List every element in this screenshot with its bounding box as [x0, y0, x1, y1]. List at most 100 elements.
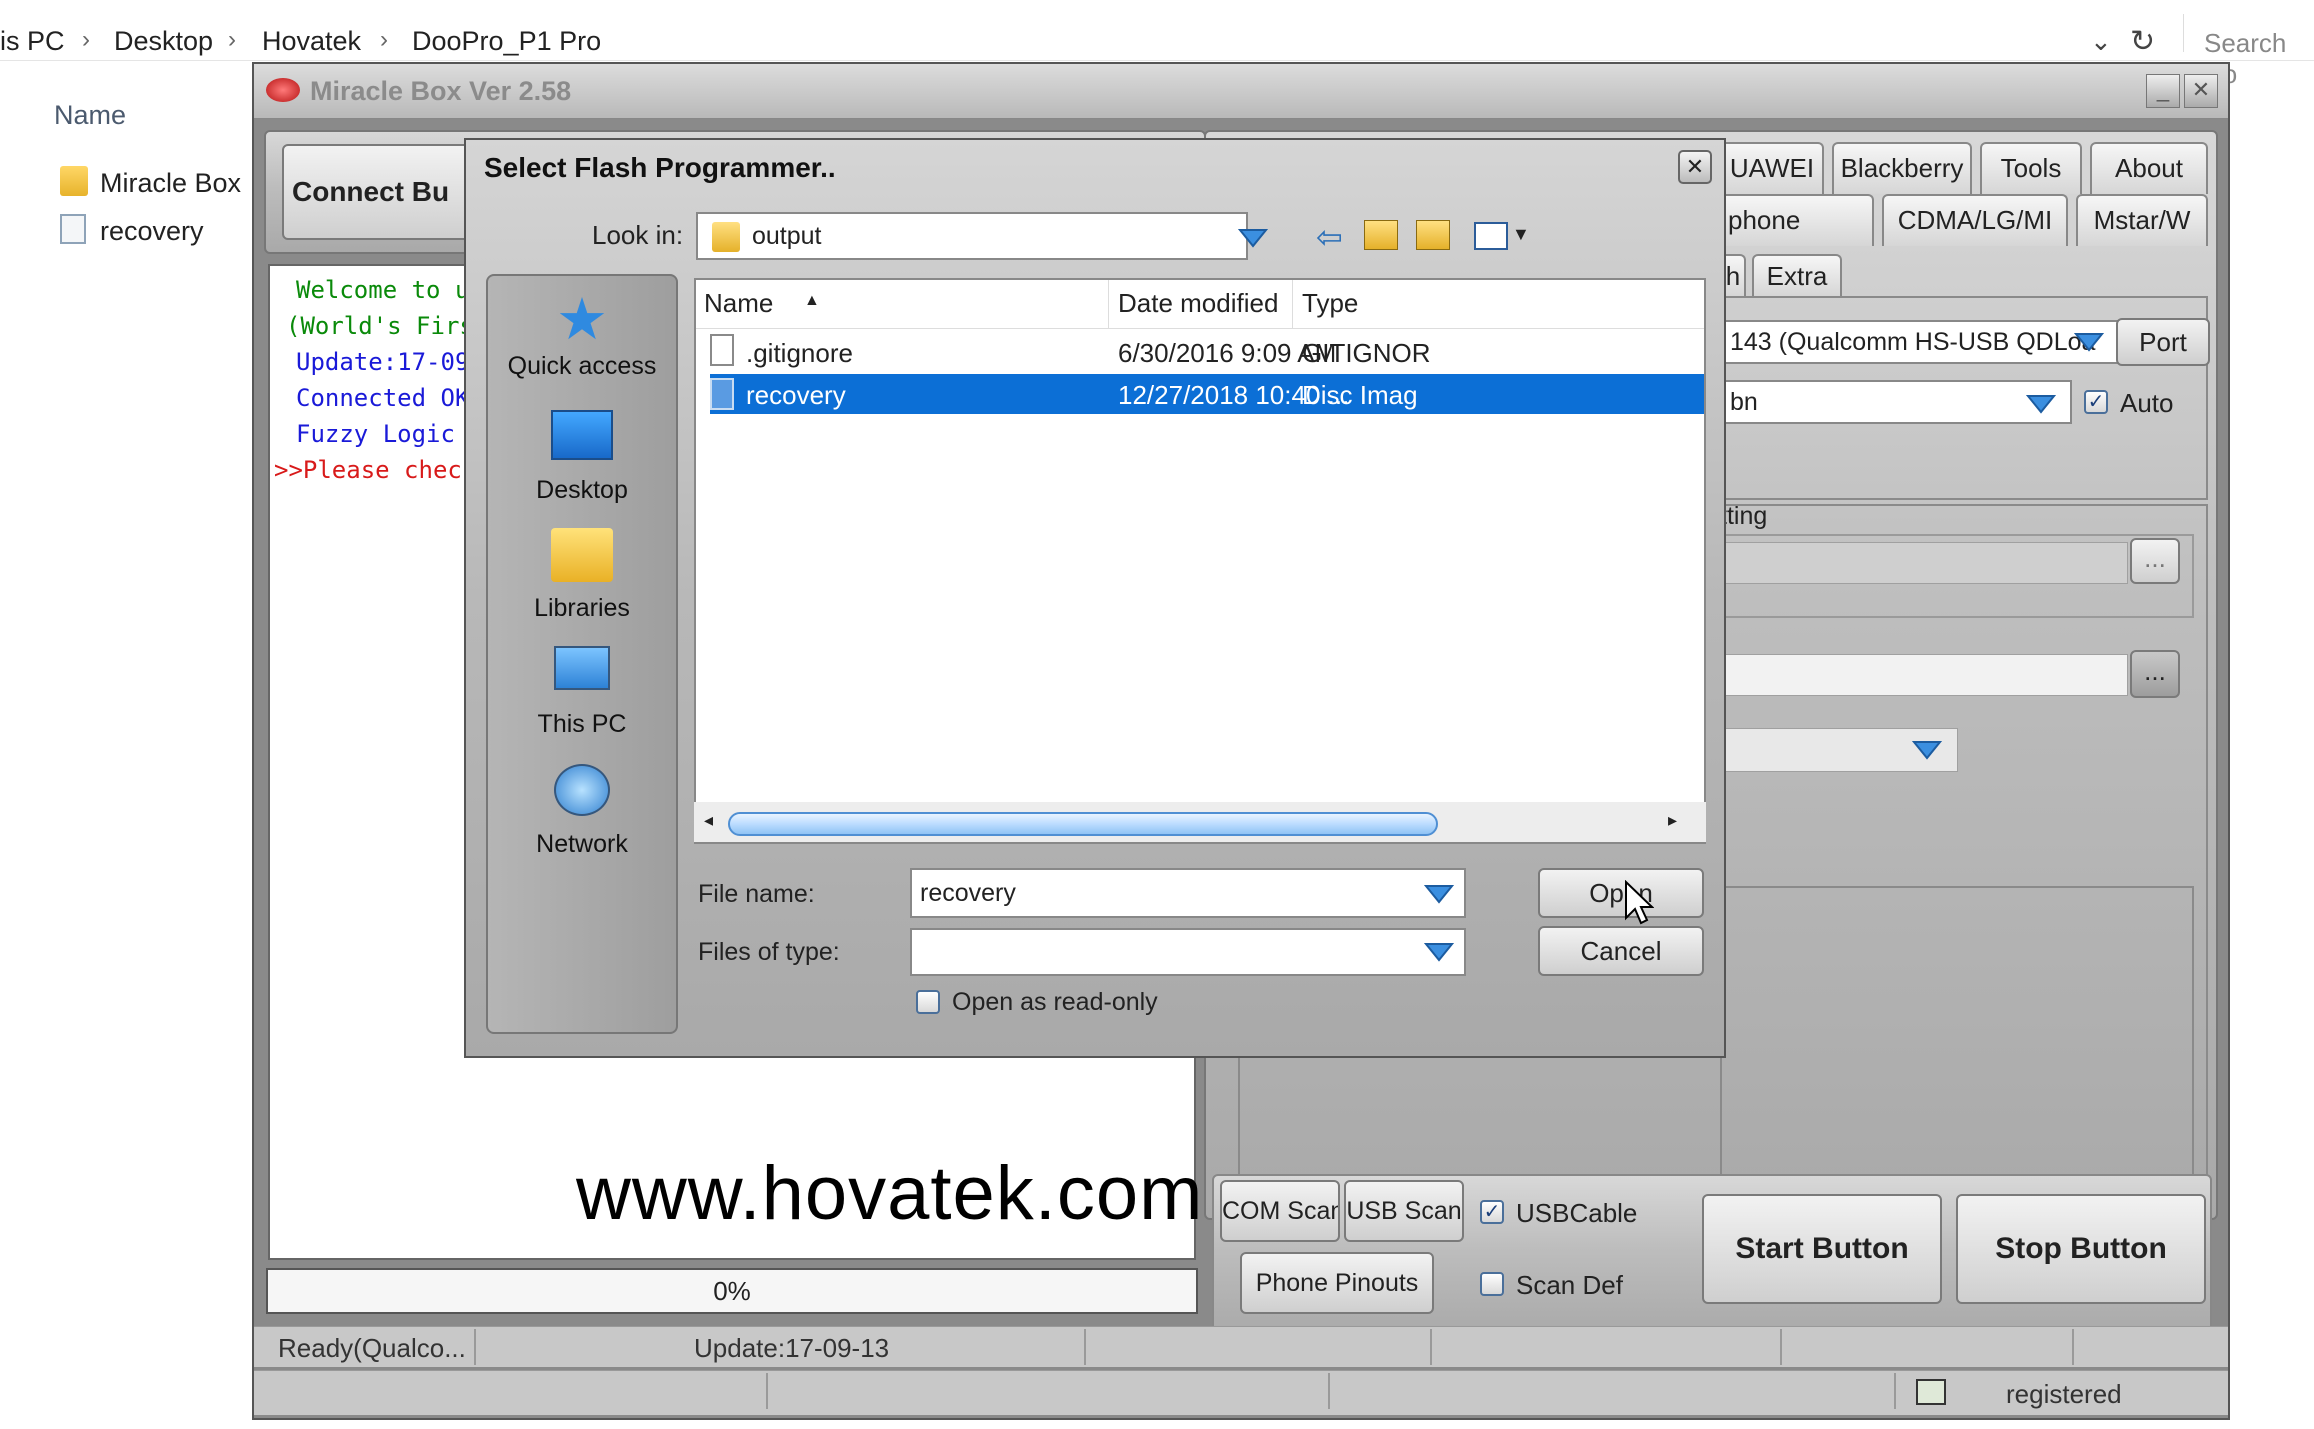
phone-pinouts-button[interactable]: Phone Pinouts	[1240, 1252, 1434, 1314]
look-in-select[interactable]: output	[696, 212, 1248, 260]
tab-tools[interactable]: Tools	[1980, 142, 2082, 194]
mode-select-value: bn	[1730, 388, 1758, 416]
up-folder-icon[interactable]	[1364, 220, 1398, 250]
start-button[interactable]: Start Button	[1702, 1194, 1942, 1304]
status-bar-secondary: registered	[254, 1370, 2228, 1415]
files-of-type-select[interactable]	[910, 928, 1466, 976]
file-icon	[710, 334, 734, 366]
breadcrumb-desktop[interactable]: Desktop	[114, 26, 213, 57]
com-scan-button[interactable]: COM Scan	[1220, 1180, 1340, 1242]
scan-def-checkbox[interactable]	[1480, 1272, 1504, 1296]
auto-checkbox[interactable]: ✓	[2084, 390, 2108, 414]
port-button[interactable]: Port	[2116, 318, 2210, 366]
address-bar: is PC › Desktop › Hovatek › DooPro_P1 Pr…	[0, 0, 2314, 61]
close-icon[interactable]: ✕	[2184, 74, 2218, 108]
dropdown-arrow-icon[interactable]	[2074, 330, 2104, 354]
setting-field-2[interactable]	[1720, 654, 2128, 696]
stop-button[interactable]: Stop Button	[1956, 1194, 2206, 1304]
scroll-left-icon[interactable]: ◂	[704, 810, 713, 831]
keyboard-icon	[1916, 1379, 1946, 1405]
status-update: Update:17-09-13	[694, 1333, 890, 1363]
open-button[interactable]: Open	[1538, 868, 1704, 918]
scan-def-label: Scan Def	[1516, 1270, 1623, 1300]
breadcrumb-this-pc[interactable]: is PC	[0, 26, 65, 57]
log-line: Connected OK	[296, 384, 470, 412]
mode-select[interactable]: bn	[1720, 380, 2072, 424]
dropdown-arrow-icon[interactable]	[2026, 392, 2056, 416]
browse-button[interactable]: ...	[2130, 538, 2180, 584]
place-desktop[interactable]: Desktop	[488, 410, 676, 505]
list-item[interactable]: recovery	[60, 214, 250, 254]
log-line: (World's Firs	[286, 312, 474, 340]
tab-cdma-lg-mi[interactable]: CDMA/LG/MI	[1882, 194, 2068, 246]
place-label: Desktop	[536, 476, 628, 504]
dropdown-arrow-icon[interactable]	[1238, 226, 1268, 250]
status-divider	[766, 1373, 768, 1409]
usb-scan-button[interactable]: USB Scan	[1344, 1180, 1464, 1242]
connect-button[interactable]: Connect Bu	[282, 144, 482, 240]
read-only-label: Open as read-only	[952, 988, 1158, 1016]
network-icon	[554, 764, 610, 816]
libraries-icon	[551, 528, 613, 582]
browse-button[interactable]: ...	[2130, 650, 2180, 698]
file-name-label: File name:	[698, 880, 815, 908]
status-bar: Ready(Qualco... Update:17-09-13	[254, 1326, 2228, 1367]
mouse-cursor-icon	[1625, 880, 1654, 925]
tab-about[interactable]: About	[2090, 142, 2208, 194]
place-network[interactable]: Network	[488, 764, 676, 859]
dropdown-arrow-icon[interactable]	[1424, 940, 1454, 964]
list-item-label: Miracle Box	[100, 168, 242, 198]
column-header-name[interactable]: Name	[704, 288, 773, 319]
tab-huawei[interactable]: UAWEI	[1720, 142, 1824, 194]
chevron-down-icon[interactable]: ▼	[1512, 224, 1530, 245]
list-item[interactable]: Miracle Box	[60, 166, 250, 206]
status-registered: registered	[2006, 1379, 2122, 1409]
look-in-label: Look in:	[592, 220, 684, 250]
place-this-pc[interactable]: This PC	[488, 646, 676, 739]
file-row-selected[interactable]: recovery 12/27/2018 10:40 ... Disc Imag	[710, 374, 1704, 414]
file-name-input[interactable]: recovery	[910, 868, 1466, 918]
minimize-icon[interactable]: _	[2146, 74, 2180, 108]
cancel-button[interactable]: Cancel	[1538, 926, 1704, 976]
log-line: Fuzzy Logic I	[296, 420, 484, 448]
place-libraries[interactable]: Libraries	[488, 528, 676, 623]
status-divider	[1328, 1373, 1330, 1409]
tab-mstar[interactable]: Mstar/W	[2076, 194, 2208, 246]
usbcable-checkbox[interactable]: ✓	[1480, 1200, 1504, 1224]
place-quick-access[interactable]: ★ Quick access	[488, 288, 676, 381]
column-header-name[interactable]: Name	[54, 100, 126, 131]
tab-extra[interactable]: Extra	[1752, 254, 1842, 296]
horizontal-scrollbar[interactable]: ◂ ▸	[694, 802, 1706, 842]
chevron-down-icon[interactable]: ⌄	[2090, 26, 2112, 57]
breadcrumb-doopro[interactable]: DooPro_P1 Pro	[412, 26, 601, 57]
files-of-type-label: Files of type:	[698, 938, 840, 966]
column-header-date[interactable]: Date modified	[1118, 288, 1278, 319]
status-divider	[474, 1329, 476, 1365]
back-arrow-icon[interactable]: ⇦	[1316, 218, 1343, 256]
dropdown-arrow-icon[interactable]	[1424, 882, 1454, 906]
column-header-type[interactable]: Type	[1302, 288, 1358, 319]
status-divider	[1084, 1329, 1086, 1365]
setting-field-1[interactable]	[1720, 542, 2128, 584]
breadcrumb-hovatek[interactable]: Hovatek	[262, 26, 361, 57]
dropdown-arrow-icon[interactable]	[1912, 738, 1942, 762]
scrollbar-thumb[interactable]	[728, 812, 1438, 836]
window-title: Miracle Box Ver 2.58	[310, 76, 572, 106]
disc-image-icon	[60, 214, 86, 244]
search-input[interactable]: Search Do	[2183, 14, 2314, 89]
new-folder-icon[interactable]	[1416, 220, 1450, 250]
setting-label: tting	[1720, 502, 1768, 530]
file-type: GITIGNOR	[1302, 338, 1431, 368]
refresh-icon[interactable]: ↻	[2130, 24, 2155, 59]
read-only-checkbox[interactable]	[916, 990, 940, 1014]
dialog-title: Select Flash Programmer..	[484, 152, 836, 183]
file-dialog: Select Flash Programmer.. ✕ Look in: out…	[464, 138, 1726, 1058]
tab-iphone[interactable]: phone	[1720, 194, 1874, 246]
folder-icon	[712, 222, 740, 252]
tab-blackberry[interactable]: Blackberry	[1832, 142, 1972, 194]
view-menu-icon[interactable]	[1474, 222, 1508, 250]
close-icon[interactable]: ✕	[1678, 150, 1712, 184]
scroll-right-icon[interactable]: ▸	[1668, 810, 1677, 831]
look-in-value: output	[752, 222, 822, 250]
file-row[interactable]: .gitignore 6/30/2016 9:09 AM GITIGNOR	[710, 332, 1704, 372]
